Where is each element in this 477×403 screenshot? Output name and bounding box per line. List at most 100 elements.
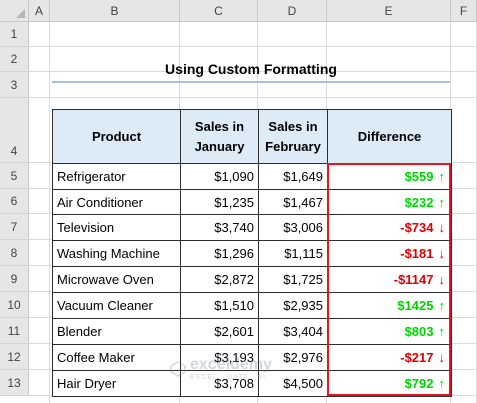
sales-january-value: $3,740 (214, 220, 254, 235)
header-difference[interactable]: Difference (327, 109, 452, 164)
cell-sales-february[interactable]: $3,404 (258, 318, 328, 345)
cell-sales-january[interactable]: $1,235 (180, 189, 259, 215)
sales-february-value: $3,006 (283, 220, 323, 235)
select-all-corner[interactable] (0, 0, 29, 22)
cell-product[interactable]: Air Conditioner (52, 189, 181, 215)
header-product-label: Product (91, 128, 142, 144)
cell-product[interactable]: Coffee Maker (52, 344, 181, 371)
row-header-9[interactable]: 9 (0, 266, 29, 292)
product-name: Microwave Oven (57, 272, 154, 287)
row-header-8[interactable]: 8 (0, 240, 29, 266)
sales-february-value: $3,404 (283, 324, 323, 339)
cell-sales-february[interactable]: $2,935 (258, 292, 328, 319)
cell-product[interactable]: Refrigerator (52, 163, 181, 190)
select-all-triangle-icon (16, 9, 25, 18)
sales-january-value: $1,510 (214, 298, 254, 313)
down-arrow-icon: ↓ (438, 220, 446, 235)
cell-difference[interactable]: $559 ↑ (327, 163, 452, 190)
row-header-1[interactable]: 1 (0, 22, 29, 47)
row-header-10[interactable]: 10 (0, 292, 29, 318)
down-arrow-icon: ↓ (438, 246, 446, 261)
cell-sales-january[interactable]: $1,296 (180, 240, 259, 267)
sheet-title: Using Custom Formatting (165, 61, 337, 77)
header-jan-line1: Sales in (194, 118, 245, 134)
cell-product[interactable]: Blender (52, 318, 181, 345)
header-sales-february[interactable]: Sales in February (258, 109, 328, 164)
cell-sales-february[interactable]: $1,467 (258, 189, 328, 215)
title-underline (52, 81, 450, 83)
row-header-13[interactable]: 13 (0, 370, 29, 396)
sales-february-value: $1,725 (283, 272, 323, 287)
row-header-3[interactable]: 3 (0, 72, 29, 98)
cell-product[interactable]: Washing Machine (52, 240, 181, 267)
sales-january-value: $2,601 (214, 324, 254, 339)
cell-sales-january[interactable]: $2,872 (180, 266, 259, 293)
header-sales-january[interactable]: Sales in January (180, 109, 259, 164)
column-header-a[interactable]: A (29, 0, 50, 22)
cell-product[interactable]: Vacuum Cleaner (52, 292, 181, 319)
row-header-4[interactable]: 4 (0, 98, 29, 163)
row-header-7[interactable]: 7 (0, 214, 29, 240)
cell-sales-february[interactable]: $1,649 (258, 163, 328, 190)
cell-sales-february[interactable]: $3,006 (258, 214, 328, 241)
header-product[interactable]: Product (52, 109, 181, 164)
difference-value: -$734 (400, 220, 434, 235)
product-name: Washing Machine (57, 246, 160, 261)
gridline-horizontal (29, 46, 477, 47)
product-name: Air Conditioner (57, 194, 143, 210)
cell-sales-january[interactable]: $2,601 (180, 318, 259, 345)
sales-february-value: $2,976 (283, 350, 323, 365)
down-arrow-icon: ↓ (438, 272, 446, 287)
row-header-6[interactable]: 6 (0, 189, 29, 214)
up-arrow-icon: ↑ (438, 169, 446, 184)
sales-january-value: $1,296 (214, 246, 254, 261)
up-arrow-icon: ↑ (438, 324, 446, 339)
cell-product[interactable]: Hair Dryer (52, 370, 181, 397)
column-header-e[interactable]: E (327, 0, 451, 22)
row-header-11[interactable]: 11 (0, 318, 29, 344)
sales-february-value: $1,649 (283, 169, 323, 184)
cell-difference[interactable]: -$1147 ↓ (327, 266, 452, 293)
cell-difference[interactable]: -$181 ↓ (327, 240, 452, 267)
header-feb-line2: February (265, 138, 321, 154)
difference-value: $803 (404, 324, 434, 339)
column-header-d[interactable]: D (258, 0, 327, 22)
product-name: Vacuum Cleaner (57, 298, 153, 313)
header-difference-label: Difference (357, 128, 422, 144)
product-name: Coffee Maker (57, 350, 135, 365)
row-header-2[interactable]: 2 (0, 47, 29, 72)
watermark-brand: exceldemy (190, 356, 272, 373)
product-name: Television (57, 220, 115, 235)
cell-sales-january[interactable]: $1,510 (180, 292, 259, 319)
sales-february-value: $1,467 (283, 194, 323, 210)
column-header-c[interactable]: C (180, 0, 258, 22)
cell-difference[interactable]: -$734 ↓ (327, 214, 452, 241)
header-sales-february-label: Sales in February (265, 117, 321, 157)
header-feb-line1: Sales in (268, 118, 318, 134)
cell-difference[interactable]: $792 ↑ (327, 370, 452, 397)
cell-difference[interactable]: $232 ↑ (327, 189, 452, 215)
up-arrow-icon: ↑ (438, 298, 446, 313)
sales-january-value: $1,090 (214, 169, 254, 184)
product-name: Hair Dryer (57, 376, 117, 391)
cell-difference[interactable]: $803 ↑ (327, 318, 452, 345)
product-name: Refrigerator (57, 169, 126, 184)
cell-product[interactable]: Television (52, 214, 181, 241)
difference-value: $792 (404, 376, 434, 391)
product-name: Blender (57, 324, 102, 339)
difference-value: $1425 (397, 298, 434, 313)
cell-product[interactable]: Microwave Oven (52, 266, 181, 293)
cell-sales-february[interactable]: $1,115 (258, 240, 328, 267)
column-header-b[interactable]: B (50, 0, 180, 22)
sales-february-value: $4,500 (283, 376, 323, 391)
difference-value: $559 (404, 169, 434, 184)
difference-value: -$181 (400, 246, 434, 261)
row-header-5[interactable]: 5 (0, 163, 29, 189)
cell-difference[interactable]: $1425 ↑ (327, 292, 452, 319)
row-header-12[interactable]: 12 (0, 344, 29, 370)
cell-difference[interactable]: -$217 ↓ (327, 344, 452, 371)
cell-sales-january[interactable]: $1,090 (180, 163, 259, 190)
column-header-f[interactable]: F (451, 0, 477, 22)
cell-sales-january[interactable]: $3,740 (180, 214, 259, 241)
cell-sales-february[interactable]: $1,725 (258, 266, 328, 293)
